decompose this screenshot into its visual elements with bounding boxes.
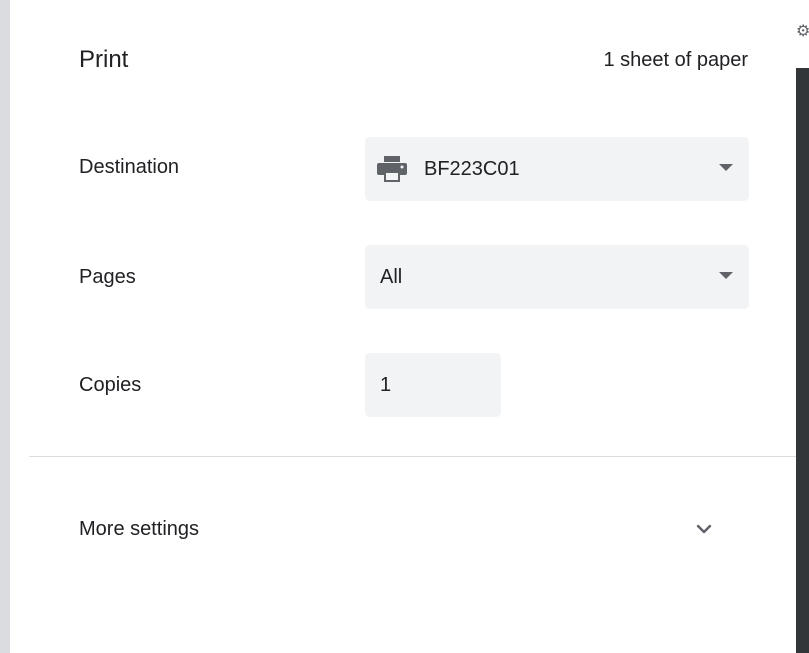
print-dialog: Print 1 sheet of paper Destination BF223…	[0, 0, 809, 653]
destination-value: BF223C01	[424, 158, 520, 180]
left-edge-bar	[0, 0, 10, 653]
pages-label: Pages	[79, 266, 136, 288]
chevron-down-icon	[696, 524, 712, 534]
print-settings-panel: Print 1 sheet of paper Destination BF223…	[29, 0, 796, 653]
more-settings-label: More settings	[79, 518, 200, 540]
pages-select[interactable]: All	[365, 245, 749, 309]
pages-value: All	[380, 266, 403, 288]
section-divider	[29, 456, 796, 457]
destination-select[interactable]: BF223C01	[365, 137, 749, 201]
copies-value: 1	[380, 374, 392, 396]
dropdown-arrow-icon	[719, 272, 733, 279]
copies-input[interactable]: 1	[365, 353, 501, 417]
dropdown-arrow-icon	[719, 164, 733, 171]
page-title: Print	[79, 46, 129, 73]
preview-area-edge	[796, 68, 809, 653]
more-settings-toggle[interactable]: More settings	[29, 497, 796, 561]
printer-icon	[377, 156, 407, 182]
copies-label: Copies	[79, 374, 142, 396]
destination-label: Destination	[79, 156, 180, 178]
sheet-count: 1 sheet of paper	[603, 49, 748, 71]
partial-icon: ⚙	[796, 23, 809, 40]
